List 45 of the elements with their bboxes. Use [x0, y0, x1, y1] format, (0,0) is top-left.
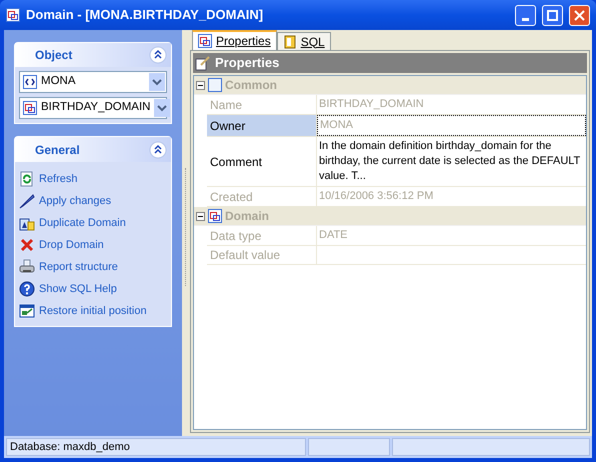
refresh-icon — [19, 171, 35, 187]
delete-icon — [19, 237, 35, 253]
help-icon — [19, 281, 35, 297]
property-value[interactable]: MONA — [317, 115, 586, 136]
collapse-icon[interactable] — [149, 46, 167, 64]
group-icon — [208, 209, 222, 223]
window-icon — [6, 8, 20, 22]
object-combo[interactable]: MONA — [19, 71, 167, 93]
action-link[interactable]: Drop Domain — [39, 236, 104, 254]
action-link[interactable]: Apply changes — [39, 192, 112, 210]
action-link[interactable]: Show SQL Help — [39, 280, 117, 298]
action-link[interactable]: Restore initial position — [39, 302, 147, 320]
quill-icon — [19, 193, 35, 209]
minimize-icon — [522, 18, 529, 20]
object-combo[interactable]: BIRTHDAY_DOMAIN — [19, 97, 167, 119]
schema-icon — [23, 75, 37, 89]
window-title: Domain - [MONA.BIRTHDAY_DOMAIN] — [26, 6, 264, 24]
panel-title: Object — [35, 47, 72, 64]
tab[interactable]: Properties — [192, 30, 277, 50]
domain-icon — [23, 101, 37, 115]
maximize-icon — [547, 10, 558, 20]
status-text: Database: maxdb_demo — [6, 438, 306, 456]
close-button[interactable] — [569, 4, 590, 26]
group-label: Domain — [225, 208, 270, 225]
action-link[interactable]: Duplicate Domain — [39, 214, 126, 232]
close-icon — [574, 10, 585, 20]
action-link[interactable]: Refresh — [39, 170, 78, 188]
panel-title: General — [35, 142, 80, 158]
property-name[interactable]: Comment — [207, 137, 317, 186]
action-link[interactable]: Report structure — [39, 258, 118, 276]
collapse-icon[interactable] — [149, 140, 167, 158]
property-name[interactable]: Owner — [207, 115, 317, 136]
properties-title: Properties — [215, 54, 280, 72]
collapse-icon[interactable] — [196, 212, 205, 220]
properties-tab-icon — [198, 34, 212, 48]
collapse-icon[interactable] — [196, 80, 205, 90]
group-label: Common — [225, 77, 277, 94]
restore-window-icon — [19, 303, 35, 319]
properties-icon — [195, 55, 211, 71]
maximize-button[interactable] — [542, 4, 563, 26]
printer-icon — [19, 259, 35, 275]
property-value[interactable]: In the domain definition birthday_domain for the birthday, the current date is selected as the DEFAULT value. T... — [317, 137, 586, 186]
tab[interactable]: SQL — [276, 32, 331, 50]
minimize-button[interactable] — [515, 4, 536, 26]
sql-tab-icon — [282, 34, 297, 48]
